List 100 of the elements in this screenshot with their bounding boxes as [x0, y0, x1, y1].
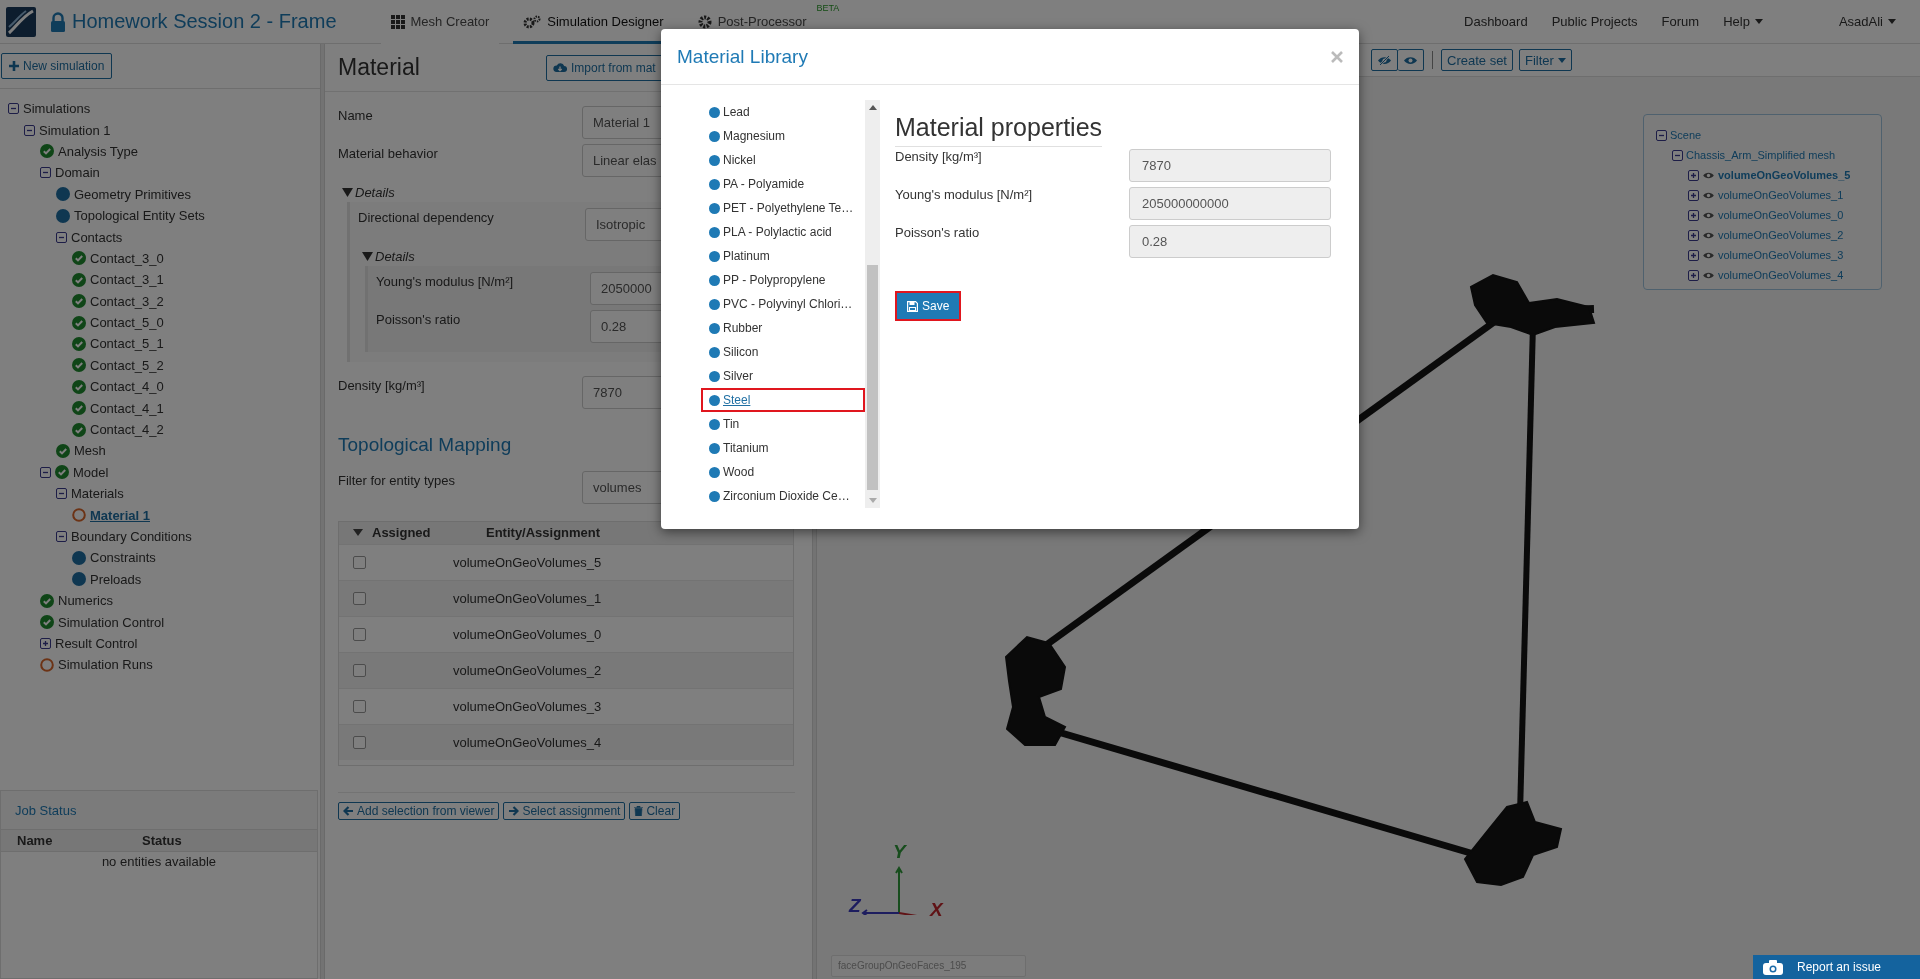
- tree-item[interactable]: volumeOnGeoVolumes_3: [1718, 249, 1844, 261]
- hide-button[interactable]: [1371, 49, 1398, 71]
- collapse-icon[interactable]: [1672, 149, 1683, 161]
- logo-icon[interactable]: [6, 6, 36, 37]
- material-item[interactable]: Titanium: [701, 436, 865, 460]
- tree-item[interactable]: Simulation Control: [58, 614, 165, 630]
- checkbox[interactable]: [353, 555, 366, 569]
- material-item[interactable]: Platinum: [701, 244, 865, 268]
- eye-icon[interactable]: [1702, 250, 1715, 260]
- new-simulation-button[interactable]: New simulation: [1, 53, 113, 79]
- tree-item[interactable]: Contact_5_2: [90, 357, 164, 373]
- caret-down-icon[interactable]: [342, 187, 353, 197]
- action-button[interactable]: Add selection from viewer: [338, 801, 500, 820]
- tree-item[interactable]: Numerics: [58, 593, 113, 609]
- save-button[interactable]: Save: [895, 291, 962, 322]
- checkbox[interactable]: [353, 735, 366, 749]
- collapse-icon[interactable]: [40, 466, 51, 478]
- material-item[interactable]: PA - Polyamide: [701, 172, 865, 196]
- tree-item[interactable]: Scene: [1670, 129, 1702, 141]
- expand-icon[interactable]: [1688, 249, 1699, 261]
- tree-item[interactable]: Constraints: [90, 550, 156, 566]
- tree-item[interactable]: Contact_4_0: [90, 379, 164, 395]
- report-issue-button[interactable]: Report an issue: [1753, 955, 1920, 979]
- tree-item[interactable]: Domain: [55, 165, 100, 181]
- eye-icon[interactable]: [1702, 230, 1715, 240]
- material-item[interactable]: Silicon: [701, 340, 865, 364]
- expand-icon[interactable]: [1688, 169, 1699, 181]
- material-item[interactable]: PVC - Polyvinyl Chlori…: [701, 292, 865, 316]
- nav-link[interactable]: Public Projects: [1551, 14, 1638, 29]
- tree-item[interactable]: Simulation 1: [39, 122, 111, 138]
- collapse-icon[interactable]: [1656, 129, 1667, 141]
- tree-item[interactable]: volumeOnGeoVolumes_4: [1718, 269, 1844, 281]
- tree-item[interactable]: Contact_3_1: [90, 272, 164, 288]
- material-item[interactable]: PET - Polyethylene Te…: [701, 196, 865, 220]
- eye-icon[interactable]: [1702, 190, 1715, 200]
- tree-item[interactable]: Simulation Runs: [58, 657, 153, 673]
- checkbox[interactable]: [353, 591, 366, 605]
- eye-icon[interactable]: [1702, 170, 1715, 180]
- nav-link[interactable]: Help: [1723, 14, 1763, 29]
- tree-item[interactable]: Geometry Primitives: [74, 186, 192, 202]
- collapse-icon[interactable]: [56, 488, 67, 500]
- tree-item[interactable]: Chassis_Arm_Simplified mesh: [1686, 149, 1836, 161]
- material-item[interactable]: Silver: [701, 364, 865, 388]
- expand-icon[interactable]: [1688, 209, 1699, 221]
- nav-link[interactable]: Forum: [1661, 14, 1700, 29]
- collapse-icon[interactable]: [40, 167, 51, 179]
- tree-item[interactable]: Materials: [71, 486, 124, 502]
- tree-item[interactable]: Contact_5_0: [90, 315, 164, 331]
- tree-item[interactable]: Contact_4_2: [90, 422, 164, 438]
- expand-icon[interactable]: [40, 637, 51, 649]
- tree-item[interactable]: Contact_3_2: [90, 293, 164, 309]
- toolbar-button[interactable]: Filter: [1519, 49, 1572, 71]
- tree-item[interactable]: volumeOnGeoVolumes_1: [1718, 189, 1844, 201]
- show-button[interactable]: [1398, 49, 1424, 71]
- caret-down-icon[interactable]: [353, 529, 363, 537]
- column-header[interactable]: Entity/Assignment: [486, 525, 601, 541]
- expand-icon[interactable]: [1688, 269, 1699, 281]
- tree-item[interactable]: Topological Entity Sets: [74, 208, 205, 224]
- caret-down-icon[interactable]: [362, 251, 373, 261]
- material-item[interactable]: Tin: [701, 412, 865, 436]
- tree-item[interactable]: Material 1: [90, 507, 150, 523]
- eye-icon[interactable]: [1702, 270, 1715, 280]
- tree-item[interactable]: volumeOnGeoVolumes_2: [1718, 229, 1844, 241]
- material-item[interactable]: Magnesium: [701, 124, 865, 148]
- material-item[interactable]: Steel: [701, 388, 865, 412]
- tree-item[interactable]: Model: [73, 464, 109, 480]
- tree-item[interactable]: Analysis Type: [58, 143, 138, 159]
- tree-item[interactable]: Preloads: [90, 571, 142, 587]
- expand-icon[interactable]: [1688, 229, 1699, 241]
- nav-link[interactable]: AsadAli: [1838, 14, 1896, 29]
- tree-item[interactable]: Contacts: [71, 229, 123, 245]
- tree-item[interactable]: Contact_5_1: [90, 336, 164, 352]
- material-item[interactable]: Zirconium Dioxide Ce…: [701, 484, 865, 508]
- scroll-up-icon[interactable]: [868, 105, 877, 110]
- column-header[interactable]: Assigned: [372, 525, 477, 541]
- tree-item[interactable]: Contact_3_0: [90, 250, 164, 266]
- collapse-icon[interactable]: [56, 531, 67, 542]
- material-item[interactable]: Wood: [701, 460, 865, 484]
- tree-item[interactable]: Mesh: [74, 443, 106, 459]
- tree-item[interactable]: volumeOnGeoVolumes_0: [1718, 209, 1844, 221]
- nav-link[interactable]: Dashboard: [1464, 14, 1528, 29]
- collapse-icon[interactable]: [24, 124, 35, 136]
- eye-icon[interactable]: [1702, 210, 1715, 220]
- checkbox[interactable]: [353, 663, 366, 677]
- material-item[interactable]: Rubber: [701, 316, 865, 340]
- expand-icon[interactable]: [1688, 189, 1699, 201]
- tree-item[interactable]: Contact_4_1: [90, 400, 164, 416]
- scrollbar[interactable]: [865, 100, 880, 508]
- collapse-icon[interactable]: [8, 103, 19, 115]
- material-item[interactable]: PLA - Polylactic acid: [701, 220, 865, 244]
- material-item[interactable]: Lead: [701, 100, 865, 124]
- material-item[interactable]: PP - Polypropylene: [701, 268, 865, 292]
- tree-item[interactable]: volumeOnGeoVolumes_5: [1718, 169, 1851, 181]
- toolbar-button[interactable]: Create set: [1441, 49, 1513, 71]
- tree-item[interactable]: Simulations: [23, 101, 91, 117]
- action-button[interactable]: Clear: [629, 801, 681, 820]
- import-button[interactable]: Import from mat: [546, 54, 663, 81]
- collapse-icon[interactable]: [56, 231, 67, 243]
- tree-item[interactable]: Result Control: [55, 635, 138, 651]
- checkbox[interactable]: [353, 699, 366, 713]
